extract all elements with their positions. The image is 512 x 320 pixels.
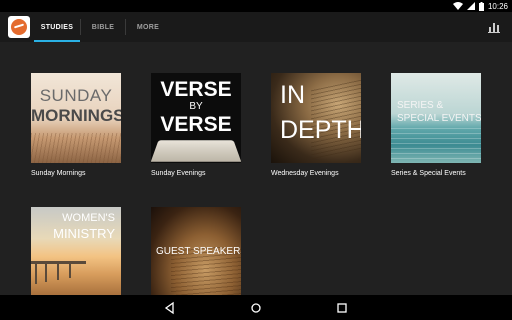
artwork-title-line: DEPTH [280,116,361,144]
study-caption: Sunday Mornings [31,170,86,177]
bar-chart-icon[interactable] [488,21,500,33]
tab-bible[interactable]: BIBLE [81,12,125,42]
study-caption: Wednesday Evenings [271,170,339,177]
signal-icon [466,2,475,10]
guest-speakers-artwork: GUEST SPEAKERS [151,207,241,295]
study-caption: Series & Special Events [391,170,466,177]
status-icons: 10:26 [452,1,508,11]
tab-studies[interactable]: STUDIES [34,12,80,42]
study-card-sunday-evenings[interactable]: VERSE BY VERSE Sunday Evenings [151,73,241,177]
study-caption: Sunday Evenings [151,170,206,177]
study-card-womens-ministry[interactable]: WOMEN'S MINISTRY [31,207,121,295]
tab-bar: STUDIES BIBLE MORE [34,12,170,42]
womens-ministry-artwork: WOMEN'S MINISTRY [31,207,121,295]
study-card-guest-speakers[interactable]: GUEST SPEAKERS [151,207,241,295]
artwork-title-line: WOMEN'S [62,212,115,224]
study-card-wednesday-evenings[interactable]: IN DEPTH Wednesday Evenings [271,73,361,177]
status-time: 10:26 [487,1,508,11]
in-depth-artwork: IN DEPTH [271,73,361,163]
system-nav-bar [0,295,512,320]
verse-by-verse-artwork: VERSE BY VERSE [151,73,241,163]
study-card-series-special-events[interactable]: SERIES & SPECIAL EVENTS Series & Special… [391,73,481,177]
battery-icon [478,1,484,11]
artwork-title-line: MORNINGS [31,106,121,125]
app-bar: STUDIES BIBLE MORE [0,12,512,42]
artwork-title-line: VERSE [160,113,232,136]
artwork-title-line: SPECIAL EVENTS [397,113,481,124]
artwork-title-line: GUEST SPEAKERS [156,246,241,257]
studies-grid: SUNDAY MORNINGS Sunday Mornings VERSE BY… [0,42,512,295]
artwork-title-line: IN [280,81,305,109]
status-bar: 10:26 [0,0,512,12]
wifi-icon [452,2,463,10]
artwork-title-line: VERSE [160,78,232,101]
home-icon[interactable] [249,301,263,315]
sunday-mornings-artwork: SUNDAY MORNINGS [31,73,121,163]
back-icon[interactable] [163,301,177,315]
study-card-sunday-mornings[interactable]: SUNDAY MORNINGS Sunday Mornings [31,73,121,177]
artwork-title-line: BY [189,101,203,112]
tab-more[interactable]: MORE [126,12,170,42]
series-special-events-artwork: SERIES & SPECIAL EVENTS [391,73,481,163]
artwork-title-line: SUNDAY [39,86,113,105]
logo-icon [11,19,27,35]
artwork-title-line: SERIES & [397,100,444,111]
artwork-title-line: MINISTRY [53,226,115,241]
app-logo[interactable] [8,16,30,38]
recents-icon[interactable] [335,301,349,315]
